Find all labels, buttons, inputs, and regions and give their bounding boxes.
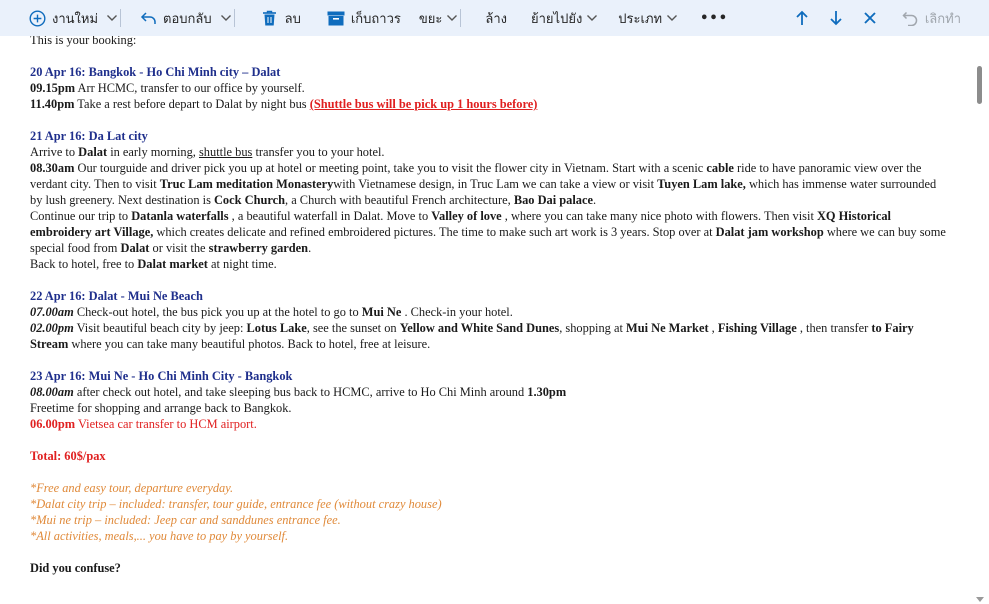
day2-arrive: Arrive to Dalat in early morning, shuttl…: [30, 145, 385, 159]
message-scrollbar[interactable]: [971, 36, 989, 604]
trash-icon: [261, 9, 279, 27]
junk-label: ขยะ: [418, 11, 443, 27]
day3-line2: 02.00pm Visit beautiful beach city by je…: [30, 321, 914, 351]
reply-dropdown[interactable]: [218, 0, 234, 36]
toolbar-divider: [233, 9, 235, 27]
previous-message-button[interactable]: [785, 0, 819, 36]
note-line: *All activities, meals,... you have to p…: [30, 529, 289, 543]
day1-title: 20 Apr 16: Bangkok - Ho Chi Minh city – …: [30, 65, 281, 79]
chevron-down-icon: [667, 15, 678, 21]
move-to-label: ย้ายไปยัง: [531, 11, 583, 27]
day2-title: 21 Apr 16: Da Lat city: [30, 129, 148, 143]
closing-question: Did you confuse?: [30, 561, 121, 575]
new-message-label: งานใหม่: [52, 11, 99, 27]
junk-dropdown[interactable]: [444, 0, 460, 36]
next-message-button[interactable]: [819, 0, 853, 36]
categorize-label: ประเภท: [618, 11, 663, 27]
chevron-down-icon: [587, 15, 598, 21]
undo-button[interactable]: เลิกทำ: [887, 0, 989, 36]
message-body: This is your booking: 20 Apr 16: Bangkok…: [30, 36, 950, 576]
sweep-button[interactable]: ล้าง: [465, 0, 513, 36]
command-bar: งานใหม่ ตอบกลับ ลบ เก็บถาวร ขยะ ล้าง ย้า…: [0, 0, 989, 36]
arrow-up-icon: [796, 10, 808, 25]
chevron-down-icon: [447, 15, 458, 21]
archive-label: เก็บถาวร: [350, 11, 401, 27]
total-price: Total: 60$/pax: [30, 449, 106, 463]
reply-label: ตอบกลับ: [163, 11, 212, 27]
note-line: *Dalat city trip – included: transfer, t…: [30, 497, 442, 511]
message-reading-pane: This is your booking: 20 Apr 16: Bangkok…: [0, 36, 971, 604]
scrollbar-thumb[interactable]: [977, 66, 982, 104]
toolbar-divider: [460, 9, 462, 27]
more-icon: •••: [700, 10, 729, 26]
intro-line: This is your booking:: [30, 36, 137, 47]
day3-title: 22 Apr 16: Dalat - Mui Ne Beach: [30, 289, 203, 303]
reply-button[interactable]: ตอบกลับ: [125, 0, 218, 36]
day4-title: 23 Apr 16: Mui Ne - Ho Chi Minh City - B…: [30, 369, 293, 383]
archive-icon: [327, 9, 345, 27]
move-to-button[interactable]: ย้ายไปยัง: [513, 0, 584, 36]
note-line: *Free and easy tour, departure everyday.: [30, 481, 234, 495]
shuttle-note: (Shuttle bus will be pick up 1 hours bef…: [309, 97, 538, 111]
new-message-dropdown[interactable]: [104, 0, 120, 36]
chevron-down-icon: [107, 15, 118, 21]
day3-line1: 07.00am Check-out hotel, the bus pick yo…: [30, 305, 513, 319]
day2-continue: Continue our trip to Datanla waterfalls …: [30, 209, 946, 255]
more-actions-button[interactable]: •••: [680, 0, 734, 36]
day1-line2: 11.40pm Take a rest before depart to Dal…: [30, 97, 538, 111]
chevron-down-icon: [220, 15, 231, 21]
undo-label: เลิกทำ: [924, 11, 961, 27]
note-line: *Mui ne trip – included: Jeep car and sa…: [30, 513, 341, 527]
day4-line3: 06.00pm Vietsea car transfer to HCM airp…: [30, 417, 257, 431]
scroll-down-arrow-icon[interactable]: [976, 597, 984, 602]
day4-line1: 08.00am after check out hotel, and take …: [30, 385, 567, 399]
toolbar-divider: [120, 9, 122, 27]
new-message-button[interactable]: งานใหม่: [0, 0, 104, 36]
day4-line2: Freetime for shopping and arrange back t…: [30, 401, 292, 415]
archive-button[interactable]: เก็บถาวร: [307, 0, 407, 36]
undo-icon: [901, 9, 919, 27]
add-circle-icon: [28, 9, 46, 27]
arrow-down-icon: [830, 11, 842, 26]
day1-line1: 09.15pm Arr HCMC, transfer to our office…: [30, 81, 305, 95]
close-message-button[interactable]: [853, 0, 887, 36]
reply-icon: [139, 9, 157, 27]
day2-back: Back to hotel, free to Dalat market at n…: [30, 257, 277, 271]
categorize-dropdown[interactable]: [664, 0, 680, 36]
close-icon: [864, 12, 876, 24]
delete-button[interactable]: ลบ: [239, 0, 307, 36]
sweep-label: ล้าง: [485, 11, 507, 27]
categorize-button[interactable]: ประเภท: [600, 0, 664, 36]
delete-label: ลบ: [284, 11, 301, 27]
junk-button[interactable]: ขยะ: [407, 0, 445, 36]
day2-tour: 08.30am Our tourguide and driver pick yo…: [30, 161, 937, 207]
move-to-dropdown[interactable]: [584, 0, 600, 36]
